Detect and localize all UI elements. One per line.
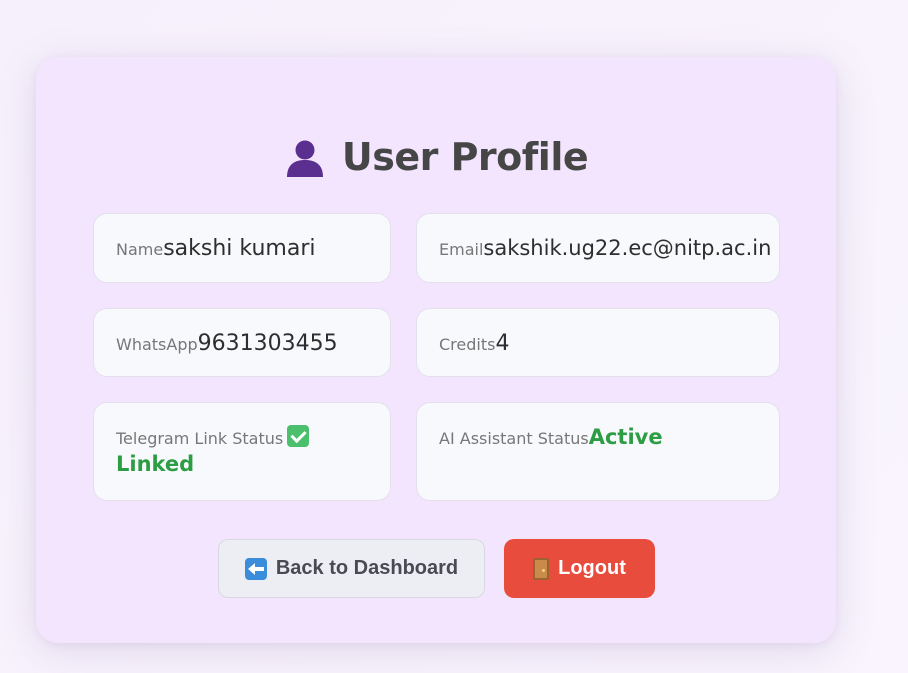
profile-header: User Profile <box>36 135 836 179</box>
back-to-dashboard-label: Back to Dashboard <box>275 557 459 579</box>
page-title: User Profile <box>341 135 589 179</box>
whatsapp-label: WhatsApp <box>116 335 198 354</box>
left-arrow-icon <box>244 557 267 580</box>
logout-label: Logout <box>558 557 626 579</box>
check-mark-icon <box>287 425 310 447</box>
ai-assistant-status-value: Active <box>588 425 663 449</box>
telegram-status-field: Telegram Link Status Linked <box>93 402 391 501</box>
whatsapp-value: 9631303455 <box>197 331 338 356</box>
email-label: Email <box>439 240 484 259</box>
whatsapp-field: WhatsApp9631303455 <box>93 308 391 377</box>
profile-card: User Profile Namesakshi kumari Emailsaks… <box>36 57 836 643</box>
name-field: Namesakshi kumari <box>93 213 391 283</box>
name-label: Name <box>116 240 164 259</box>
telegram-status-value: Linked <box>116 452 195 476</box>
credits-label: Credits <box>439 335 496 354</box>
ai-assistant-status-field: AI Assistant StatusActive <box>416 402 780 501</box>
door-icon <box>533 557 550 580</box>
credits-value: 4 <box>495 331 510 356</box>
email-value: sakshik.ug22.ec@nitp.ac.in <box>483 236 772 260</box>
email-field: Emailsakshik.ug22.ec@nitp.ac.in <box>416 213 780 283</box>
logout-button[interactable]: Logout <box>504 539 655 598</box>
user-bust-icon <box>286 140 323 177</box>
telegram-label: Telegram Link Status <box>116 429 284 448</box>
credits-field: Credits4 <box>416 308 780 377</box>
name-value: sakshi kumari <box>163 236 316 261</box>
back-to-dashboard-button[interactable]: Back to Dashboard <box>218 539 485 598</box>
ai-assistant-label: AI Assistant Status <box>439 429 589 448</box>
